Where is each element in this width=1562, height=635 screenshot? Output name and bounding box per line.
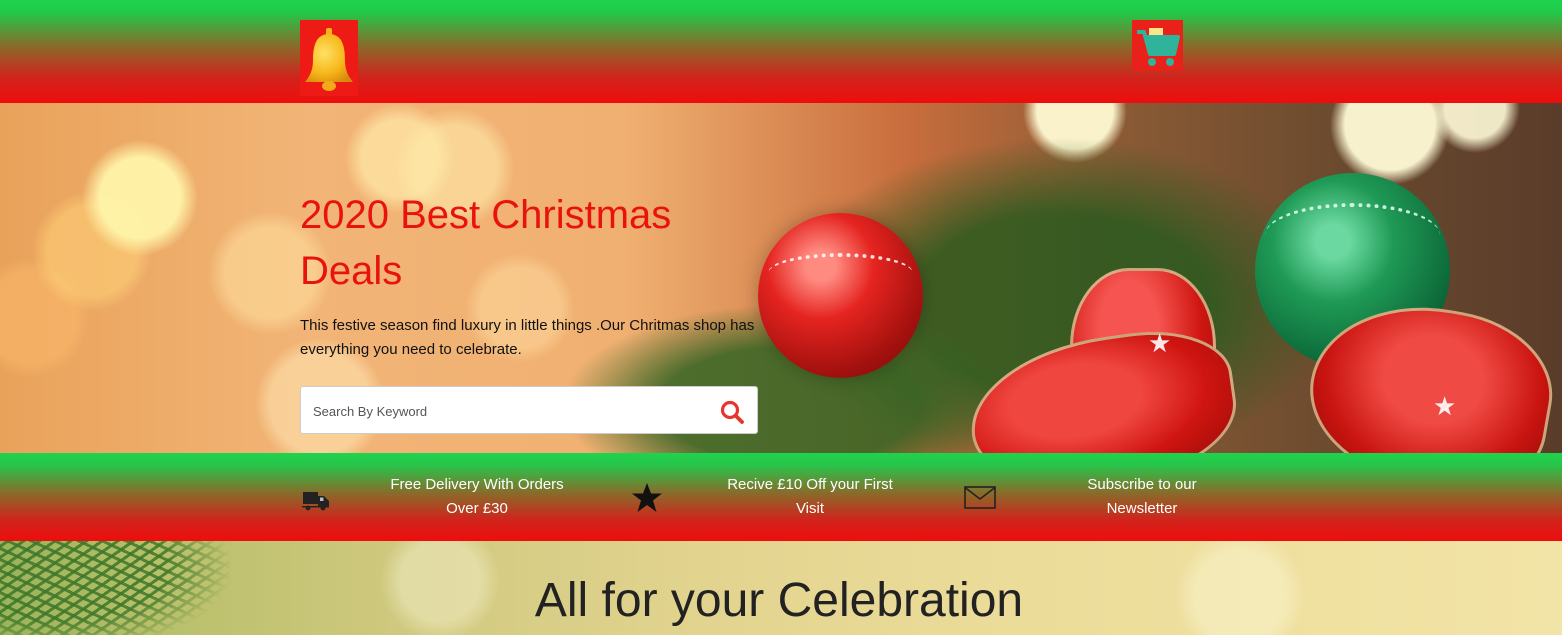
star-icon	[631, 482, 663, 518]
hero-title: 2020 Best Christmas Deals	[300, 193, 672, 293]
feature-newsletter-text[interactable]: Subscribe to our Newsletter	[1052, 473, 1232, 521]
envelope-icon[interactable]	[964, 486, 996, 514]
hero-banner: ★ ★ 2020 Best Christmas Deals This festi…	[0, 103, 1562, 453]
hero-bg-star-icon: ★	[1148, 328, 1172, 358]
bell-icon[interactable]	[300, 20, 358, 96]
search-input[interactable]	[311, 399, 695, 423]
shopping-cart-icon[interactable]	[1132, 20, 1183, 71]
hero-bg-red-ornament	[758, 213, 923, 378]
hero-subtitle: This festive season find luxury in littl…	[300, 317, 755, 358]
features-bar: Free Delivery With Orders Over £30 Reciv…	[0, 453, 1562, 541]
feature-discount-text: Recive £10 Off your First Visit	[727, 476, 893, 517]
search-icon[interactable]	[719, 399, 745, 425]
feature-delivery-text: Free Delivery With Orders Over £30	[390, 476, 564, 517]
delivery-truck-icon	[302, 489, 330, 516]
section-heading: All for your Celebration	[534, 574, 1024, 627]
celebration-section: All for your Celebration	[0, 541, 1562, 635]
hero-bg-star-icon: ★	[1433, 391, 1457, 421]
top-bar	[0, 0, 1562, 103]
search-box	[300, 386, 758, 434]
